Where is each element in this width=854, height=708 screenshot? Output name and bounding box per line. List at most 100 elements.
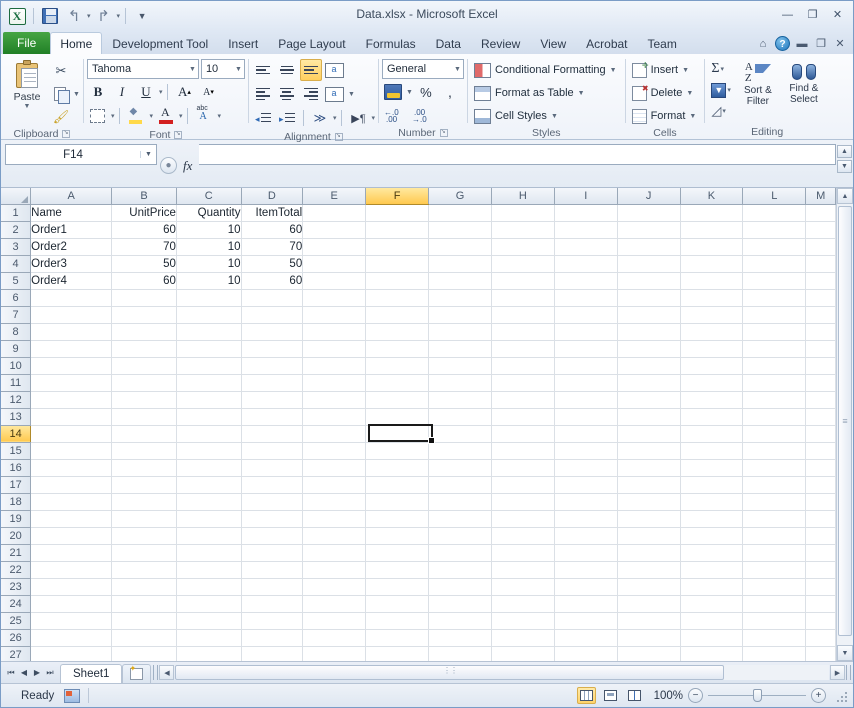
cell-G26[interactable]: [428, 629, 492, 647]
cell-E5[interactable]: [302, 272, 367, 290]
page-break-preview-button[interactable]: [625, 687, 644, 704]
cell-J27[interactable]: [617, 646, 681, 661]
horizontal-scrollbar[interactable]: ◀ ▶: [151, 662, 853, 683]
scroll-down-button[interactable]: ▼: [837, 645, 853, 661]
cell-M26[interactable]: [805, 629, 836, 647]
cell-B3[interactable]: 70: [111, 238, 177, 256]
cell-E2[interactable]: [302, 221, 367, 239]
cell-B22[interactable]: [111, 561, 177, 579]
cell-E19[interactable]: [302, 510, 367, 528]
cell-A13[interactable]: [30, 408, 113, 426]
cell-C13[interactable]: [176, 408, 242, 426]
cell-J7[interactable]: [617, 306, 681, 324]
cell-D23[interactable]: [241, 578, 304, 596]
row-header-4[interactable]: 4: [1, 255, 32, 273]
column-header-g[interactable]: G: [428, 188, 492, 205]
cell-H23[interactable]: [491, 578, 555, 596]
cell-B21[interactable]: [111, 544, 177, 562]
cell-M16[interactable]: [805, 459, 836, 477]
cell-J13[interactable]: [617, 408, 681, 426]
font-color-button[interactable]: [155, 105, 177, 127]
cell-H27[interactable]: [491, 646, 555, 661]
vertical-scroll-thumb[interactable]: [838, 206, 852, 636]
cell-D8[interactable]: [241, 323, 304, 341]
column-header-h[interactable]: H: [491, 188, 555, 205]
row-header-12[interactable]: 12: [1, 391, 32, 409]
chevron-down-icon[interactable]: ▼: [682, 67, 689, 74]
cell-A5[interactable]: Order4: [30, 272, 113, 290]
clear-dropdown-icon[interactable]: ▾: [722, 107, 726, 115]
cell-A20[interactable]: [30, 527, 113, 545]
cell-A4[interactable]: Order3: [30, 255, 113, 273]
cell-C15[interactable]: [176, 442, 242, 460]
cell-A21[interactable]: [30, 544, 113, 562]
insert-worksheet-button[interactable]: [122, 664, 152, 683]
chevron-down-icon[interactable]: ▼: [686, 90, 693, 97]
cell-K24[interactable]: [680, 595, 744, 613]
row-header-24[interactable]: 24: [1, 595, 32, 613]
cell-F23[interactable]: [365, 578, 430, 596]
cell-D11[interactable]: [241, 374, 304, 392]
column-header-b[interactable]: B: [111, 188, 177, 205]
shrink-font-button[interactable]: A ▾: [197, 81, 219, 103]
cell-L5[interactable]: [742, 272, 807, 290]
chevron-down-icon[interactable]: ▼: [186, 66, 196, 73]
cell-J15[interactable]: [617, 442, 681, 460]
cell-C8[interactable]: [176, 323, 242, 341]
cell-I13[interactable]: [554, 408, 618, 426]
row-header-19[interactable]: 19: [1, 510, 32, 528]
cell-styles-button[interactable]: Cell Styles ▼: [471, 105, 563, 127]
cell-C6[interactable]: [176, 289, 242, 307]
cell-K18[interactable]: [680, 493, 744, 511]
cell-E6[interactable]: [302, 289, 367, 307]
cell-J12[interactable]: [617, 391, 681, 409]
row-header-25[interactable]: 25: [1, 612, 32, 630]
cell-L6[interactable]: [742, 289, 807, 307]
row-header-2[interactable]: 2: [1, 221, 32, 239]
cell-B19[interactable]: [111, 510, 177, 528]
row-header-13[interactable]: 13: [1, 408, 32, 426]
cell-H13[interactable]: [491, 408, 555, 426]
paste-dropdown-icon[interactable]: ▼: [24, 103, 31, 110]
cell-D2[interactable]: 60: [241, 221, 304, 239]
cell-K25[interactable]: [680, 612, 744, 630]
cell-H10[interactable]: [491, 357, 555, 375]
cell-K21[interactable]: [680, 544, 744, 562]
cancel-formula-button[interactable]: ●: [160, 157, 177, 174]
column-header-a[interactable]: A: [30, 188, 113, 205]
cell-H14[interactable]: [491, 425, 555, 443]
cell-G23[interactable]: [428, 578, 492, 596]
cell-M11[interactable]: [805, 374, 836, 392]
cell-F22[interactable]: [365, 561, 430, 579]
cell-I16[interactable]: [554, 459, 618, 477]
row-header-10[interactable]: 10: [1, 357, 32, 375]
alignment-dialog-launcher[interactable]: [334, 132, 343, 141]
row-header-1[interactable]: 1: [1, 204, 32, 222]
cell-E9[interactable]: [302, 340, 367, 358]
clear-button[interactable]: ◿ ▾: [708, 101, 734, 121]
cell-M5[interactable]: [805, 272, 836, 290]
cell-B7[interactable]: [111, 306, 177, 324]
cell-K13[interactable]: [680, 408, 744, 426]
cell-I3[interactable]: [554, 238, 618, 256]
cell-H17[interactable]: [491, 476, 555, 494]
cell-I26[interactable]: [554, 629, 618, 647]
cell-M8[interactable]: [805, 323, 836, 341]
cell-D27[interactable]: [241, 646, 304, 661]
merge-dropdown-icon[interactable]: ▼: [348, 91, 355, 98]
cell-H18[interactable]: [491, 493, 555, 511]
cell-L2[interactable]: [742, 221, 807, 239]
cell-C26[interactable]: [176, 629, 242, 647]
cell-B5[interactable]: 60: [111, 272, 177, 290]
tab-acrobat[interactable]: Acrobat: [576, 32, 637, 54]
cell-E23[interactable]: [302, 578, 367, 596]
cell-G21[interactable]: [428, 544, 492, 562]
cell-L1[interactable]: [742, 204, 807, 222]
cell-A10[interactable]: [30, 357, 113, 375]
cell-L3[interactable]: [742, 238, 807, 256]
font-dialog-launcher[interactable]: [174, 130, 183, 139]
cell-M13[interactable]: [805, 408, 836, 426]
cell-L15[interactable]: [742, 442, 807, 460]
cell-B10[interactable]: [111, 357, 177, 375]
cell-I25[interactable]: [554, 612, 618, 630]
